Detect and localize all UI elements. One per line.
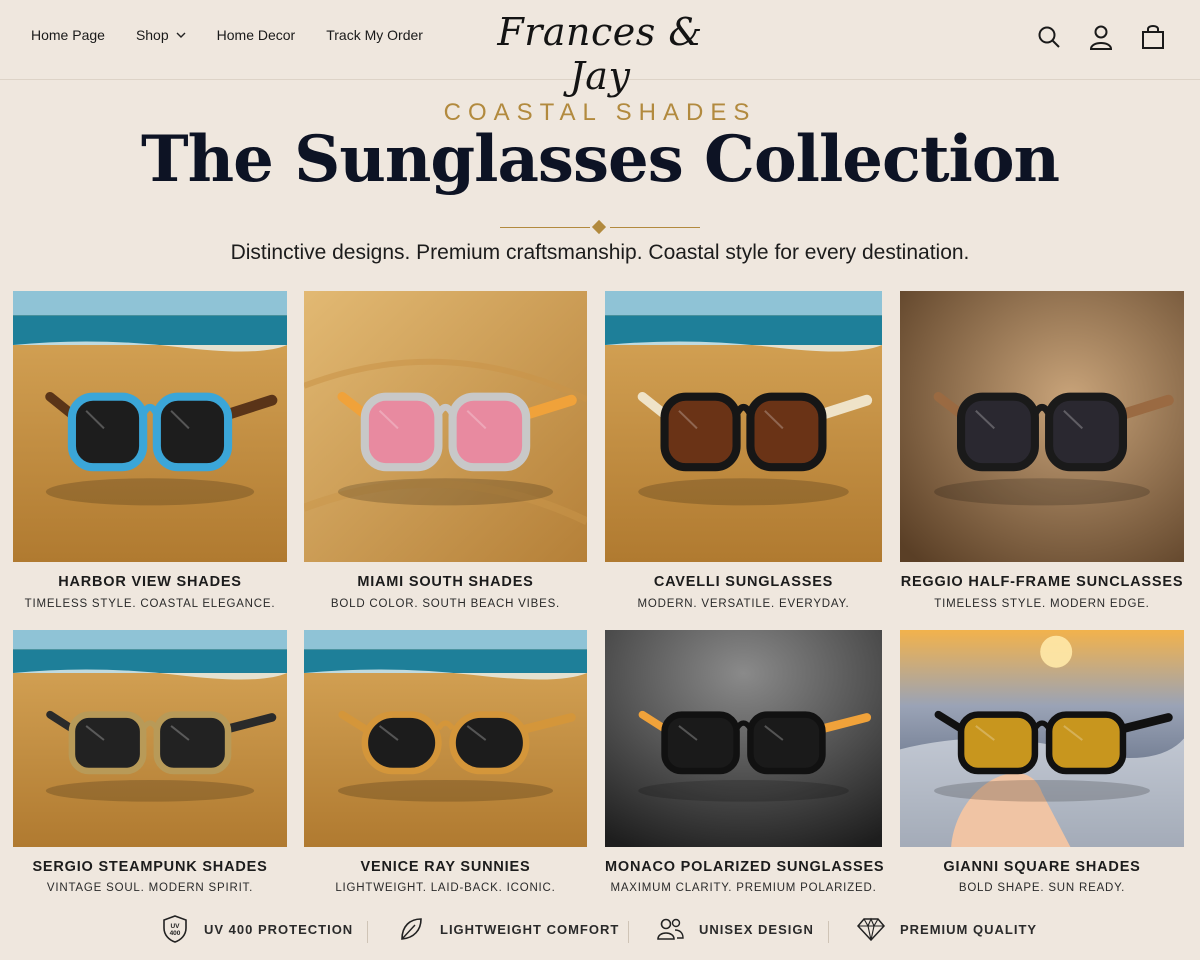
product-name[interactable]: MIAMI SOUTH SHADES <box>304 574 587 590</box>
product-tagline: MODERN. VERSATILE. EVERYDAY. <box>637 598 850 610</box>
product-image[interactable] <box>13 630 287 847</box>
product-tagline: TIMELESS STYLE. COASTAL ELEGANCE. <box>24 598 276 610</box>
account-icon[interactable] <box>1088 22 1114 52</box>
product-tagline: TIMELESS STYLE. MODERN EDGE. <box>934 598 1150 610</box>
feature-uv-protection: UV 400 UV 400 PROTECTION <box>160 914 353 944</box>
product-card[interactable]: VENICE RAY SUNNIES LIGHTWEIGHT. LAID-BACK… <box>304 630 587 898</box>
feature-label: UV 400 PROTECTION <box>204 921 354 937</box>
nav-home-decor[interactable]: Home Decor <box>217 27 296 43</box>
hero-subtitle: Distinctive designs. Premium craftsmansh… <box>230 241 970 264</box>
product-image[interactable] <box>13 291 287 562</box>
svg-text:400: 400 <box>170 930 181 937</box>
product-name[interactable]: MONACO POLARIZED SUNGLASSES <box>605 859 884 875</box>
product-name[interactable]: REGGIO HALF-FRAME SUNCLASSES <box>900 574 1184 590</box>
product-card[interactable]: MIAMI SOUTH SHADES BOLD COLOR. SOUTH BEAC… <box>304 291 587 614</box>
product-card[interactable]: MONACO POLARIZED SUNGLASSES MAXIMUM CLARI… <box>605 630 884 898</box>
product-tagline: MAXIMUM CLARITY. PREMIUM POLARIZED. <box>610 882 877 894</box>
feature-strip: UV 400 UV 400 PROTECTION LIGHTWEIGHT COMF… <box>0 908 1200 954</box>
feature-divider <box>367 921 368 943</box>
product-tagline: BOLD COLOR. SOUTH BEACH VIBES. <box>330 598 561 610</box>
product-name[interactable]: SERGIO STEAMPUNK SHADES <box>13 859 287 875</box>
svg-text:UV: UV <box>170 923 180 930</box>
feature-label: LIGHTWEIGHT COMFORT <box>440 921 620 937</box>
product-image[interactable] <box>304 630 587 847</box>
product-image[interactable] <box>900 630 1184 847</box>
chevron-down-icon <box>176 32 186 38</box>
product-card[interactable]: SERGIO STEAMPUNK SHADES VINTAGE SOUL. MOD… <box>13 630 287 898</box>
search-icon[interactable] <box>1036 22 1062 52</box>
uv-shield-icon: UV 400 <box>160 914 190 944</box>
diamond-icon <box>856 914 886 944</box>
feature-unisex: UNISEX DESIGN <box>655 914 814 944</box>
site-header: Home Page Shop Home Decor Track My Order… <box>0 0 1200 98</box>
product-image[interactable] <box>605 291 882 562</box>
nav-shop[interactable]: Shop <box>136 27 186 43</box>
product-image[interactable] <box>900 291 1184 562</box>
product-image[interactable] <box>605 630 882 847</box>
product-card[interactable]: REGGIO HALF-FRAME SUNCLASSES TIMELESS STY… <box>900 291 1184 614</box>
nav-home-page[interactable]: Home Page <box>31 27 105 43</box>
brand-logo[interactable]: Frances & Jay <box>470 10 730 98</box>
feature-premium: PREMIUM QUALITY <box>856 914 1037 944</box>
header-actions <box>1036 22 1166 52</box>
product-name[interactable]: VENICE RAY SUNNIES <box>304 859 587 875</box>
product-image[interactable] <box>304 291 587 562</box>
cart-icon[interactable] <box>1140 22 1166 52</box>
people-icon <box>655 914 685 944</box>
feature-lightweight: LIGHTWEIGHT COMFORT <box>396 914 619 944</box>
product-name[interactable]: CAVELLI SUNGLASSES <box>605 574 882 590</box>
product-tagline: BOLD SHAPE. SUN READY. <box>958 882 1126 894</box>
product-name[interactable]: HARBOR VIEW SHADES <box>13 574 287 590</box>
ornament-divider <box>500 219 700 235</box>
product-tagline: LIGHTWEIGHT. LAID-BACK. ICONIC. <box>335 882 556 894</box>
leaf-icon <box>396 914 426 944</box>
feature-divider <box>828 921 829 943</box>
product-name[interactable]: GIANNI SQUARE SHADES <box>900 859 1184 875</box>
page-title: The Sunglasses Collection <box>140 122 1060 197</box>
product-card[interactable]: HARBOR VIEW SHADES TIMELESS STYLE. COASTA… <box>13 291 287 614</box>
main-nav: Home Page Shop Home Decor Track My Order <box>31 27 454 43</box>
feature-divider <box>628 921 629 943</box>
feature-label: UNISEX DESIGN <box>699 921 814 937</box>
nav-track-my-order[interactable]: Track My Order <box>326 27 423 43</box>
product-tagline: VINTAGE SOUL. MODERN SPIRIT. <box>46 882 254 894</box>
product-card[interactable]: GIANNI SQUARE SHADES BOLD SHAPE. SUN READ… <box>900 630 1184 898</box>
feature-label: PREMIUM QUALITY <box>900 921 1038 937</box>
product-card[interactable]: CAVELLI SUNGLASSES MODERN. VERSATILE. EVE… <box>605 291 882 614</box>
